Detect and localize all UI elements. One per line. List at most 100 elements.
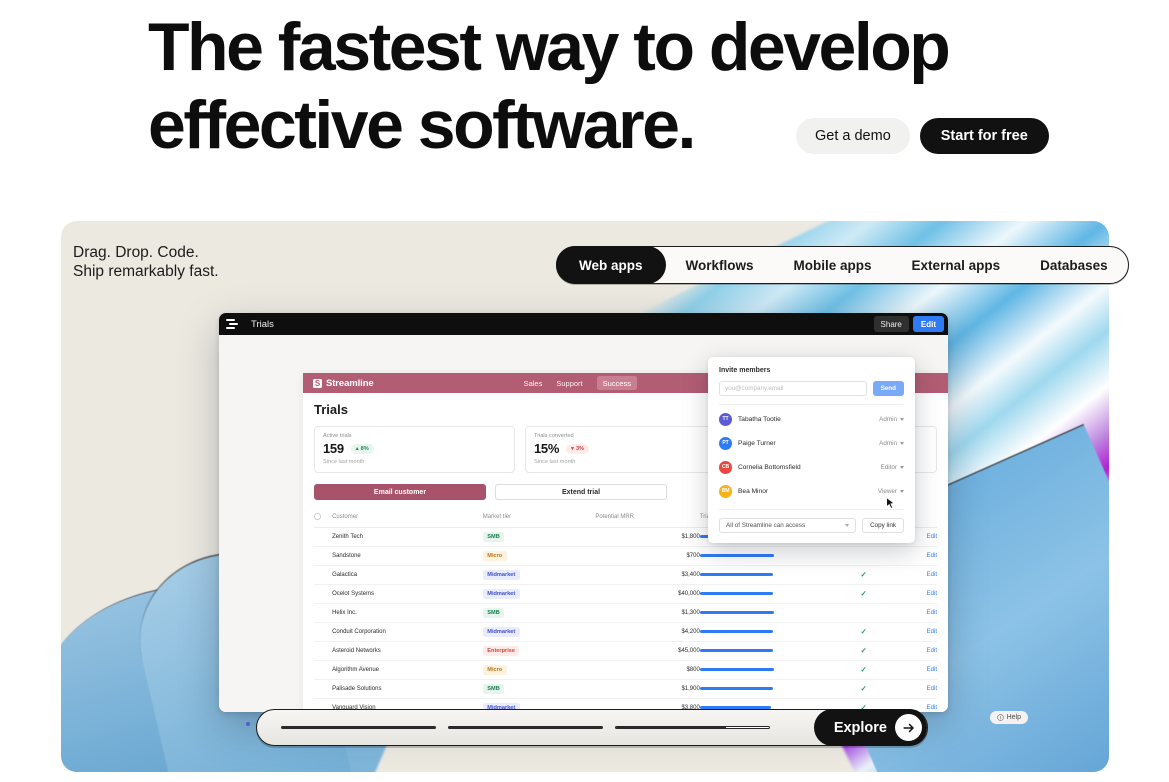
send-invite-button[interactable]: Send <box>872 381 904 396</box>
tab-mobile-apps[interactable]: Mobile apps <box>774 246 892 284</box>
hero-section: The fastest way to develop effective sof… <box>0 0 1169 215</box>
edit-row-link[interactable]: Edit <box>927 667 937 673</box>
check-icon: ✓ <box>860 627 867 636</box>
cell-converted: ✓ <box>828 641 899 661</box>
app-window-title: Trials <box>251 318 274 330</box>
edit-row-link[interactable]: Edit <box>927 553 937 559</box>
column-header-customer[interactable]: Customer <box>332 509 483 528</box>
row-select-cell <box>314 565 333 585</box>
stat-label: Active trials <box>323 433 352 439</box>
cell-customer: Asteroid Networks <box>332 641 483 661</box>
member-role-dropdown[interactable]: Admin <box>879 440 904 447</box>
row-select-cell <box>314 603 333 623</box>
nav-link-support[interactable]: Support <box>556 379 582 388</box>
invite-email-input[interactable] <box>719 381 867 396</box>
table-row[interactable]: Conduit Corporation Midmarket $4,200 ✓ Edit <box>314 622 937 642</box>
edit-row-link[interactable]: Edit <box>927 572 937 578</box>
table-row[interactable]: Algorithm Avenue Micro $800 ✓ Edit <box>314 660 937 680</box>
stat-subtext: Since last month <box>534 459 576 465</box>
member-row: TT Tabatha Tootie Admin <box>719 407 904 431</box>
showcase-title: Drag. Drop. Code. Ship remarkably fast. <box>73 243 219 281</box>
showcase-tabs[interactable]: Web apps Workflows Mobile apps External … <box>556 246 1129 284</box>
column-header-market-tier[interactable]: Market tier <box>482 509 596 528</box>
cell-converted: ✓ <box>828 660 899 680</box>
cell-trial-score <box>699 565 829 585</box>
table-row[interactable]: Helix Inc. SMB $1,300 Edit <box>314 603 937 623</box>
trial-score-bar <box>699 610 829 615</box>
avatar: CB <box>719 460 732 474</box>
retool-logo-icon <box>226 318 238 330</box>
nav-link-sales[interactable]: Sales <box>524 379 543 388</box>
member-role-label: Admin <box>879 415 897 423</box>
cell-customer: Helix Inc. <box>332 603 483 623</box>
check-icon: ✓ <box>860 684 867 693</box>
stat-delta-value: 8% <box>360 445 369 452</box>
edit-row-link[interactable]: Edit <box>927 686 937 692</box>
cell-potential-mrr: $45,000 <box>595 641 700 661</box>
cell-edit: Edit <box>898 603 937 623</box>
cell-customer: Conduit Corporation <box>332 622 483 642</box>
copy-link-button[interactable]: Copy link <box>862 518 904 533</box>
member-role-dropdown[interactable]: Viewer <box>878 488 904 495</box>
tab-external-apps[interactable]: External apps <box>892 246 1021 284</box>
select-all-checkbox[interactable] <box>314 513 321 520</box>
invite-email-row: Send <box>719 381 904 396</box>
extend-trial-button[interactable]: Extend trial <box>495 484 667 500</box>
market-tier-badge: Midmarket <box>482 569 520 580</box>
cell-customer: Ocelot Systems <box>332 584 483 604</box>
access-level-select[interactable]: All of Streamline can access <box>719 518 857 533</box>
cell-market-tier: SMB <box>482 679 596 699</box>
cell-potential-mrr: $1,300 <box>595 603 700 623</box>
edit-row-link[interactable]: Edit <box>927 705 937 711</box>
tab-databases[interactable]: Databases <box>1020 246 1128 284</box>
carousel-segment-1[interactable] <box>281 726 436 729</box>
market-tier-badge: Micro <box>482 664 507 675</box>
member-role-dropdown[interactable]: Editor <box>881 464 904 471</box>
share-button[interactable]: Share <box>873 316 909 332</box>
cell-edit: Edit <box>898 660 937 680</box>
cell-trial-score <box>699 603 829 623</box>
edit-row-link[interactable]: Edit <box>927 629 937 635</box>
row-select-cell <box>314 622 333 642</box>
tab-web-apps[interactable]: Web apps <box>556 246 666 284</box>
member-name: Cornelia Bottomsfield <box>738 463 801 471</box>
edit-row-link[interactable]: Edit <box>927 648 937 654</box>
cell-edit: Edit <box>898 546 937 566</box>
carousel-segment-3[interactable] <box>615 726 770 729</box>
explore-button[interactable]: Explore <box>813 709 927 746</box>
cell-edit: Edit <box>898 679 937 699</box>
table-row[interactable]: Galactica Midmarket $3,400 ✓ Edit <box>314 565 937 585</box>
stat-value: 15% <box>534 441 560 456</box>
table-row[interactable]: Ocelot Systems Midmarket $40,000 ✓ Edit <box>314 584 937 604</box>
help-button[interactable]: Help <box>989 711 1028 724</box>
nav-link-success[interactable]: Success <box>596 376 637 390</box>
edit-row-link[interactable]: Edit <box>927 610 937 616</box>
edit-button[interactable]: Edit <box>912 316 944 332</box>
email-customer-button[interactable]: Email customer <box>314 484 486 500</box>
chevron-down-icon <box>900 441 904 445</box>
market-tier-badge: SMB <box>482 683 505 694</box>
table-row[interactable]: Palisade Solutions SMB $1,900 ✓ Edit <box>314 679 937 699</box>
carousel-page-dot[interactable] <box>246 722 250 726</box>
divider <box>719 404 904 405</box>
get-a-demo-button[interactable]: Get a demo <box>796 118 910 154</box>
start-for-free-button[interactable]: Start for free <box>919 118 1049 154</box>
cell-customer: Algorithm Avenue <box>332 660 483 680</box>
member-role-dropdown[interactable]: Admin <box>879 416 904 423</box>
streamline-brand-name: Streamline <box>326 377 374 389</box>
cell-trial-score <box>699 546 829 566</box>
row-select-cell <box>314 660 333 680</box>
cell-market-tier: SMB <box>482 603 596 623</box>
invite-footer: All of Streamline can access Copy link <box>719 509 904 533</box>
edit-row-link[interactable]: Edit <box>927 591 937 597</box>
table-row[interactable]: Sandstone Micro $700 Edit <box>314 546 937 566</box>
table-row[interactable]: Asteroid Networks Enterprise $45,000 ✓ Edit <box>314 641 937 661</box>
carousel-segment-2[interactable] <box>448 726 603 729</box>
tab-workflows[interactable]: Workflows <box>666 246 774 284</box>
market-tier-badge: Midmarket <box>482 626 520 637</box>
column-header-potential-mrr[interactable]: Potential MRR <box>595 509 700 528</box>
check-icon: ✓ <box>860 570 867 579</box>
market-tier-badge: SMB <box>482 607 505 618</box>
edit-row-link[interactable]: Edit <box>927 534 937 540</box>
cell-potential-mrr: $800 <box>595 660 700 680</box>
